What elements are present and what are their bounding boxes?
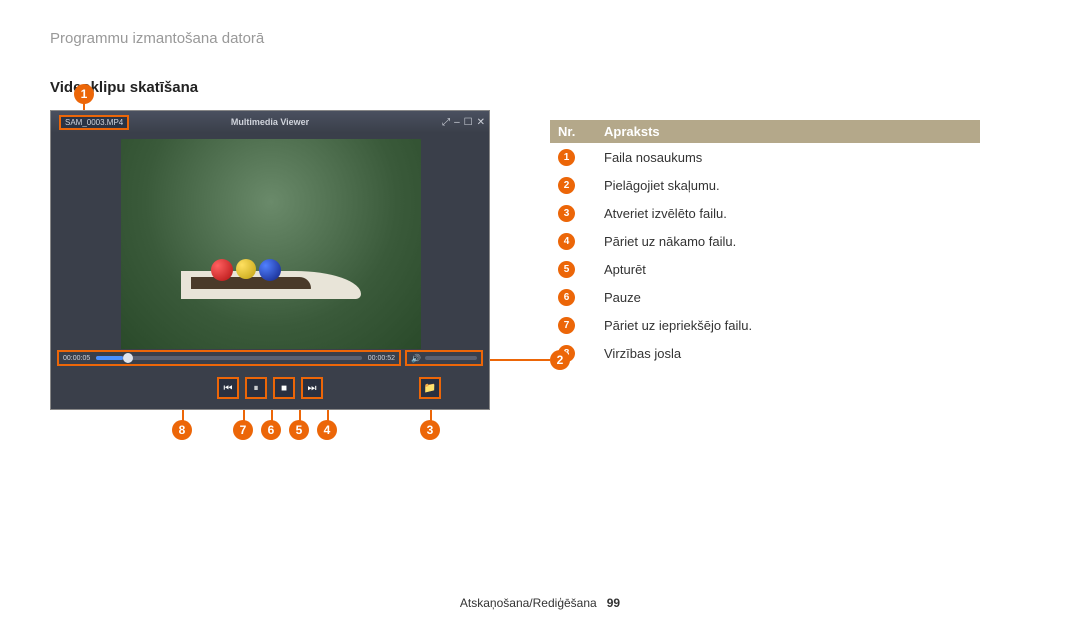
player-area: 1 SAM_0003.MP4 Multimedia Viewer ⤢ – ☐ ✕ (50, 110, 490, 410)
row-desc: Pāriet uz nākamo failu. (596, 227, 980, 255)
folder-icon: 📁 (424, 383, 436, 394)
time-total: 00:00:52 (368, 355, 395, 362)
volume-track[interactable] (425, 356, 477, 360)
callout-7: 7 (233, 420, 253, 440)
filename-label: SAM_0003.MP4 (59, 115, 129, 130)
table-row: 1 Faila nosaukums (550, 143, 980, 171)
row-desc: Pauze (596, 283, 980, 311)
expand-icon[interactable]: ⤢ (442, 117, 450, 128)
row-desc: Atveriet izvēlēto failu. (596, 199, 980, 227)
video-frame (121, 139, 421, 349)
table-row: 5 Apturēt (550, 255, 980, 283)
row-badge: 4 (558, 233, 575, 250)
maximize-icon[interactable]: ☐ (464, 117, 473, 128)
table-header-nr: Nr. (550, 120, 596, 143)
titlebar: SAM_0003.MP4 Multimedia Viewer ⤢ – ☐ ✕ (51, 111, 489, 133)
table-row: 2 Pielāgojiet skaļumu. (550, 171, 980, 199)
breadcrumb: Programmu izmantošana datorā (50, 30, 1030, 47)
row-badge: 6 (558, 289, 575, 306)
table-row: 6 Pauze (550, 283, 980, 311)
callout-3: 3 (420, 420, 440, 440)
stop-icon: ■ (281, 383, 287, 394)
app-title: Multimedia Viewer (231, 117, 309, 127)
video-background (121, 139, 421, 349)
row-badge: 1 (558, 149, 575, 166)
table-row: 4 Pāriet uz nākamo failu. (550, 227, 980, 255)
callout-leader (490, 359, 550, 361)
callout-4: 4 (317, 420, 337, 440)
table-row: 7 Pāriet uz iepriekšējo failu. (550, 311, 980, 339)
section-title: Videoklipu skatīšana (50, 79, 1030, 96)
row-badge: 7 (558, 317, 575, 334)
footer: Atskaņošana/Rediģēšana 99 (0, 596, 1080, 610)
row-desc: Apturēt (596, 255, 980, 283)
progress-track[interactable] (96, 356, 362, 360)
video-subject-boat (181, 259, 361, 299)
skip-prev-icon: ⏮ (224, 383, 233, 394)
row-badge: 2 (558, 177, 575, 194)
prev-button[interactable]: ⏮ (217, 377, 239, 399)
callout-5: 5 (289, 420, 309, 440)
volume-icon: 🔊 (411, 354, 421, 363)
pause-button[interactable]: ⏸ (245, 377, 267, 399)
controls-bar: 00:00:05 00:00:52 🔊 (57, 349, 483, 367)
content-row: 1 SAM_0003.MP4 Multimedia Viewer ⤢ – ☐ ✕ (50, 110, 1030, 410)
next-button[interactable]: ⏭ (301, 377, 323, 399)
stop-button[interactable]: ■ (273, 377, 295, 399)
row-badge: 3 (558, 205, 575, 222)
window-controls: ⤢ – ☐ ✕ (442, 117, 485, 128)
page-number: 99 (607, 596, 620, 610)
time-current: 00:00:05 (63, 355, 90, 362)
callout-1: 1 (74, 84, 94, 104)
table-row: 8 Virzības josla (550, 339, 980, 367)
video-player-window: SAM_0003.MP4 Multimedia Viewer ⤢ – ☐ ✕ (50, 110, 490, 410)
callout-6: 6 (261, 420, 281, 440)
progress-fill (96, 356, 123, 360)
footer-section: Atskaņošana/Rediģēšana (460, 596, 597, 610)
pause-icon: ⏸ (254, 383, 259, 394)
callout-2: 2 (550, 350, 570, 370)
row-desc: Faila nosaukums (596, 143, 980, 171)
close-icon[interactable]: ✕ (477, 117, 485, 128)
volume-control[interactable]: 🔊 (405, 350, 483, 366)
progress-knob[interactable] (123, 353, 133, 363)
row-desc: Virzības josla (596, 339, 980, 367)
open-file-button[interactable]: 📁 (419, 377, 441, 399)
row-desc: Pāriet uz iepriekšējo failu. (596, 311, 980, 339)
row-badge: 5 (558, 261, 575, 278)
table-row: 3 Atveriet izvēlēto failu. (550, 199, 980, 227)
description-table: Nr. Apraksts 1 Faila nosaukums 2 Pielāgo… (550, 120, 980, 367)
progress-bar[interactable]: 00:00:05 00:00:52 (57, 350, 401, 366)
skip-next-icon: ⏭ (308, 383, 317, 394)
callout-8: 8 (172, 420, 192, 440)
minimize-icon[interactable]: – (454, 117, 460, 128)
row-desc: Pielāgojiet skaļumu. (596, 171, 980, 199)
table-header-desc: Apraksts (596, 120, 980, 143)
